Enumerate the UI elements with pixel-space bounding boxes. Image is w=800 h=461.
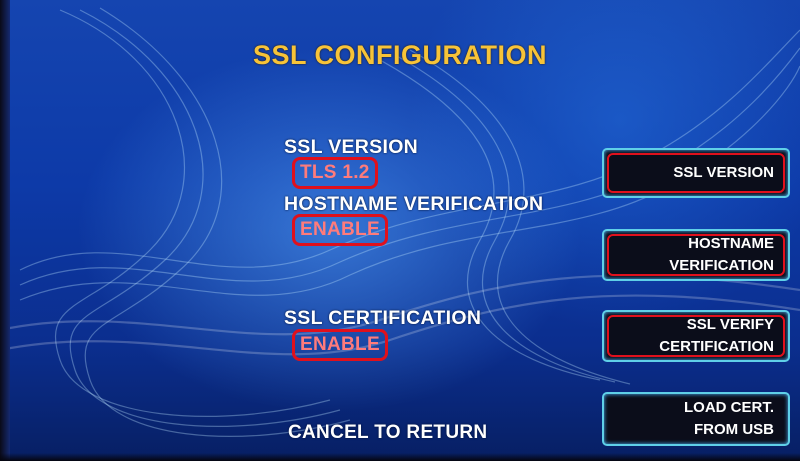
ssl-version-button-label: SSL VERSION — [673, 164, 774, 181]
cancel-to-return-text: CANCEL TO RETURN — [288, 422, 488, 443]
hostname-verification-value: ENABLE — [292, 214, 388, 246]
ssl-verify-certification-button-label: SSL VERIFY CERTIFICATION — [659, 316, 774, 355]
load-cert-from-usb-button[interactable]: LOAD CERT. FROM USB — [602, 392, 790, 446]
atm-screen: SSL CONFIGURATION SSL VERSION TLS 1.2 HO… — [0, 0, 800, 461]
ssl-version-button[interactable]: SSL VERSION — [602, 148, 790, 198]
ssl-certification-label: SSL CERTIFICATION — [284, 307, 482, 329]
load-cert-from-usb-button-label: LOAD CERT. FROM USB — [684, 399, 774, 438]
hostname-verification-button-label: HOSTNAME VERIFICATION — [669, 235, 774, 274]
screen-title: SSL CONFIGURATION — [252, 40, 547, 70]
ssl-version-value: TLS 1.2 — [292, 157, 378, 189]
screen-bezel-bottom — [0, 453, 800, 461]
screen-bezel — [0, 0, 10, 461]
ssl-verify-certification-button[interactable]: SSL VERIFY CERTIFICATION — [602, 310, 790, 362]
hostname-verification-label: HOSTNAME VERIFICATION — [284, 193, 544, 215]
ssl-version-label: SSL VERSION — [284, 136, 419, 158]
hostname-verification-button[interactable]: HOSTNAME VERIFICATION — [602, 229, 790, 281]
ssl-certification-value: ENABLE — [292, 329, 388, 361]
